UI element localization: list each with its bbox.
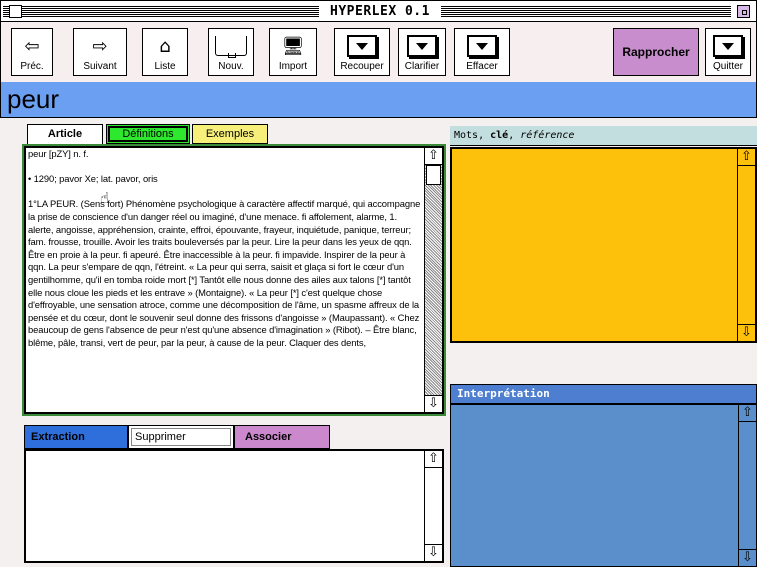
tab-definitions[interactable]: Définitions	[106, 124, 190, 144]
next-label: Suivant	[83, 61, 117, 72]
effacer-button[interactable]: Effacer	[454, 28, 510, 76]
cle-label: clé	[490, 130, 509, 141]
interpretation-header: Interprétation	[450, 384, 757, 404]
entry-word-bar: peur	[0, 82, 757, 118]
arrow-right-icon: ⇨	[92, 35, 108, 57]
scroll-track[interactable]	[425, 165, 442, 395]
dropdown-icon	[706, 33, 750, 59]
zoom-box[interactable]	[737, 5, 750, 18]
new-label: Nouv.	[218, 61, 244, 72]
prev-button[interactable]: ⇦ Préc.	[11, 28, 53, 76]
computer-icon: 🖥	[281, 35, 305, 57]
list-label: Liste	[154, 61, 176, 72]
article-scrollbar[interactable]: ⇧ ⇩	[424, 148, 442, 412]
next-button[interactable]: ⇨ Suivant	[73, 28, 127, 76]
scroll-down-arrow-icon[interactable]: ⇩	[425, 395, 442, 412]
scroll-up-arrow-icon[interactable]: ⇧	[425, 148, 442, 165]
supprimer-button[interactable]: Supprimer	[128, 425, 234, 449]
title-bar[interactable]: HYPERLEX 0.1	[0, 0, 757, 22]
scroll-thumb[interactable]	[426, 165, 441, 185]
import-button[interactable]: 🖥 Import	[269, 28, 317, 76]
quit-button[interactable]: Quitter	[705, 28, 751, 76]
rapprocher-button[interactable]: Rapprocher	[613, 28, 699, 76]
effacer-label: Effacer	[466, 61, 498, 72]
entry-word: peur	[7, 84, 60, 114]
mots-scrollbar[interactable]: ⇧ ⇩	[737, 149, 755, 341]
mots-label: Mots	[454, 130, 479, 141]
article-text[interactable]: peur [pZY] n. f. • 1290; pavor Xe; lat. …	[28, 148, 424, 410]
tab-article[interactable]: Article	[27, 124, 103, 146]
mots-panel[interactable]: ⇧ ⇩	[450, 147, 757, 343]
scroll-track[interactable]	[425, 468, 442, 544]
window-title: HYPERLEX 0.1	[321, 3, 439, 21]
import-label: Import	[278, 61, 308, 72]
interpretation-scrollbar[interactable]: ⇧ ⇩	[738, 405, 756, 566]
clarifier-label: Clarifier	[404, 61, 440, 72]
title-stripes-left	[3, 6, 319, 17]
scroll-down-arrow-icon[interactable]: ⇩	[739, 549, 756, 566]
toolbar: ⇦ Préc. ⇨ Suivant ⌂ Liste Nouv. 🖥 Import…	[0, 22, 757, 82]
scroll-track[interactable]	[738, 166, 755, 324]
scroll-up-arrow-icon[interactable]: ⇧	[739, 405, 756, 422]
list-button[interactable]: ⌂ Liste	[142, 28, 188, 76]
article-panel[interactable]: peur [pZY] n. f. • 1290; pavor Xe; lat. …	[22, 144, 446, 416]
extraction-panel[interactable]: ⇧ ⇩	[24, 449, 444, 563]
tray-icon	[209, 33, 253, 59]
new-button[interactable]: Nouv.	[208, 28, 254, 76]
prev-label: Préc.	[20, 61, 44, 72]
scroll-track[interactable]	[739, 422, 756, 549]
title-stripes-right	[441, 6, 731, 17]
close-box[interactable]	[9, 5, 22, 18]
scroll-down-arrow-icon[interactable]: ⇩	[738, 324, 755, 341]
arrow-left-icon: ⇦	[24, 35, 40, 57]
dropdown-icon	[399, 33, 445, 59]
dropdown-icon	[455, 33, 509, 59]
extraction-button[interactable]: Extraction	[24, 425, 128, 449]
quit-label: Quitter	[712, 61, 743, 72]
home-icon: ⌂	[159, 35, 171, 57]
scroll-down-arrow-icon[interactable]: ⇩	[425, 544, 442, 561]
dropdown-icon	[335, 33, 389, 59]
recouper-button[interactable]: Recouper	[334, 28, 390, 76]
extraction-scrollbar[interactable]: ⇧ ⇩	[424, 451, 442, 561]
reference-label: référence	[520, 130, 575, 141]
mots-header: Mots, clé, référence	[450, 126, 757, 146]
scroll-up-arrow-icon[interactable]: ⇧	[738, 149, 755, 166]
hand-cursor-icon: ☝	[100, 189, 110, 207]
clarifier-button[interactable]: Clarifier	[398, 28, 446, 76]
interpretation-panel[interactable]: ⇧ ⇩	[450, 404, 757, 567]
tab-exemples[interactable]: Exemples	[192, 124, 268, 144]
recouper-label: Recouper	[340, 61, 384, 72]
associer-button[interactable]: Associer	[234, 425, 330, 449]
scroll-up-arrow-icon[interactable]: ⇧	[425, 451, 442, 468]
